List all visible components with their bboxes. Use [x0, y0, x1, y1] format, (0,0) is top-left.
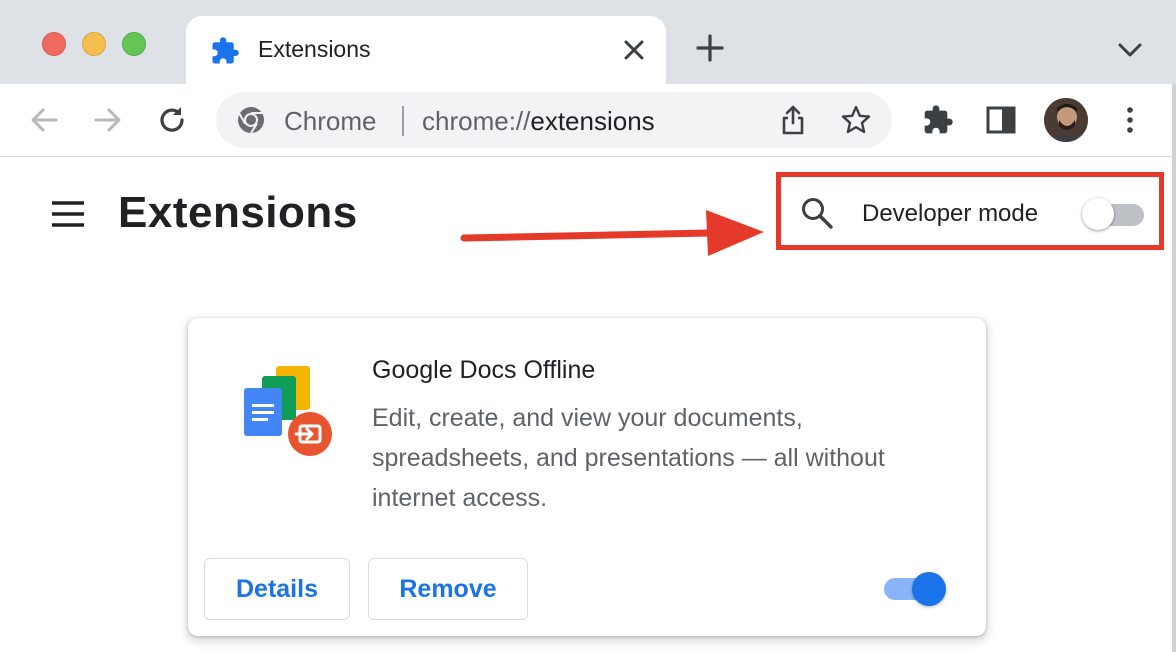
- window-minimize-button[interactable]: [82, 32, 106, 56]
- extensions-puzzle-icon[interactable]: [920, 104, 956, 136]
- omnibox-url[interactable]: chrome://extensions: [422, 106, 655, 137]
- omnibox-divider: [402, 106, 404, 136]
- puzzle-piece-icon: [212, 37, 239, 64]
- chevron-down-icon[interactable]: [1116, 38, 1144, 62]
- window-maximize-button[interactable]: [122, 32, 146, 56]
- omnibox-chip: Chrome: [284, 106, 377, 136]
- browser-toolbar: Chrome chrome://extensions: [0, 84, 1176, 157]
- remove-button[interactable]: Remove: [368, 558, 528, 620]
- tab-title: Extensions: [258, 36, 371, 62]
- annotation-arrow: [460, 210, 764, 256]
- developer-mode-toggle[interactable]: [1080, 198, 1144, 230]
- profile-avatar[interactable]: [1044, 98, 1088, 142]
- avatar-icon: [1044, 98, 1088, 142]
- back-arrow-icon[interactable]: [26, 102, 62, 138]
- extension-enable-toggle[interactable]: [882, 572, 948, 606]
- google-docs-offline-icon: [244, 366, 332, 456]
- close-icon: [624, 40, 644, 60]
- url-host: extensions: [530, 106, 655, 136]
- tab-close-button[interactable]: [620, 36, 648, 64]
- chrome-logo-icon: [238, 107, 264, 134]
- toggle-knob: [1082, 198, 1114, 230]
- extension-description: Edit, create, and view your documents, s…: [372, 404, 885, 512]
- tab-strip: Extensions: [0, 0, 1176, 84]
- extension-name: Google Docs Offline: [372, 356, 596, 384]
- toggle-knob: [912, 572, 946, 606]
- extension-card: Google Docs Offline Edit, create, and vi…: [188, 318, 986, 636]
- search-icon[interactable]: [800, 196, 834, 230]
- url-scheme: chrome://: [422, 106, 531, 136]
- side-panel-icon[interactable]: [984, 104, 1018, 136]
- menu-icon[interactable]: [52, 200, 84, 228]
- page-title: Extensions: [118, 188, 358, 237]
- bookmark-star-icon[interactable]: [840, 104, 872, 136]
- details-button[interactable]: Details: [204, 558, 350, 620]
- window-edge: [1172, 84, 1176, 652]
- window-close-button[interactable]: [42, 32, 66, 56]
- reload-icon[interactable]: [154, 102, 190, 138]
- share-icon[interactable]: [778, 104, 808, 136]
- more-vert-icon[interactable]: [1118, 102, 1142, 138]
- new-tab-button[interactable]: [694, 32, 726, 64]
- forward-arrow-icon[interactable]: [90, 102, 126, 138]
- developer-mode-label: Developer mode: [862, 200, 1039, 227]
- address-bar[interactable]: Chrome chrome://extensions: [216, 92, 892, 148]
- tab-extensions[interactable]: Extensions: [186, 16, 666, 84]
